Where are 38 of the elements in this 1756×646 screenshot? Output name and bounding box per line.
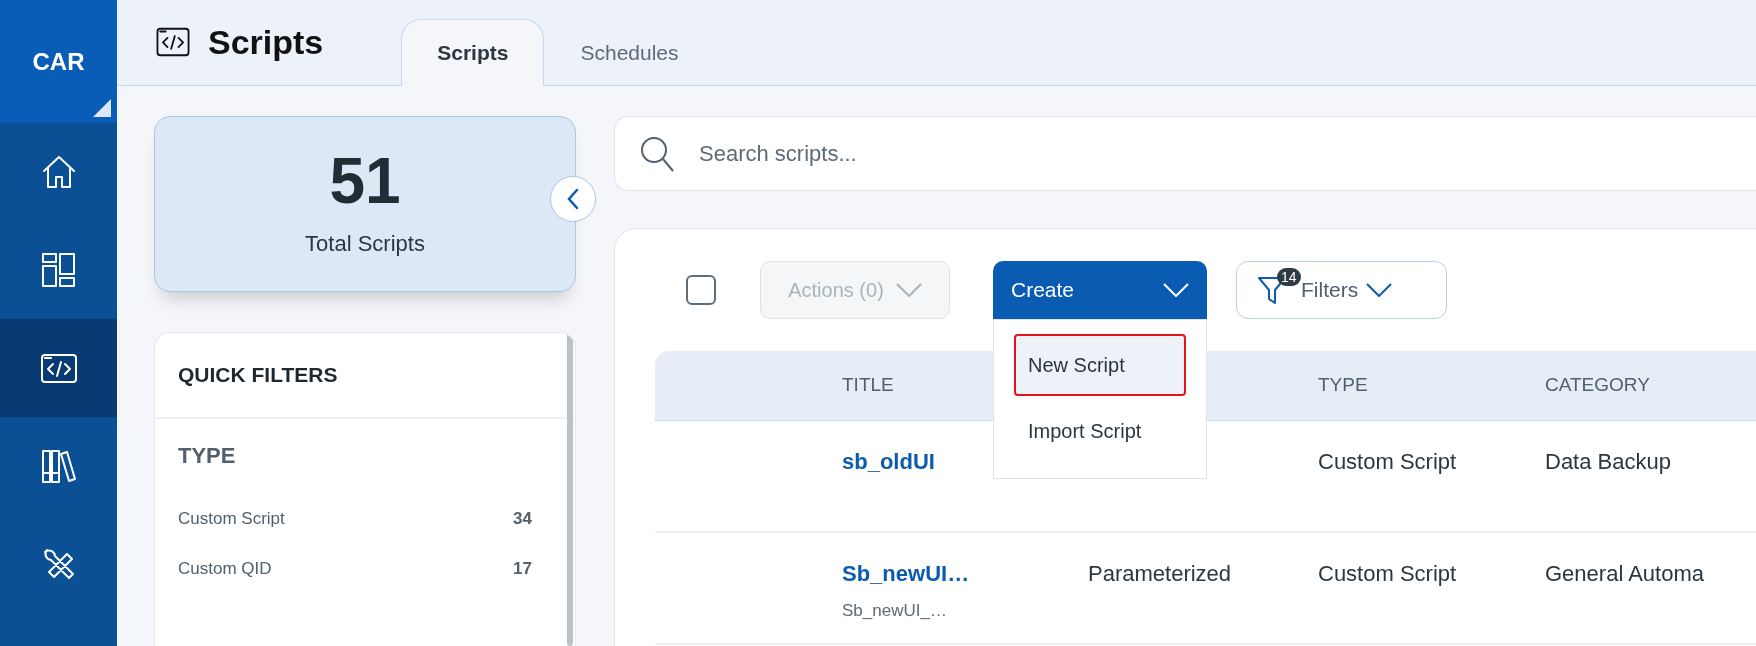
tab[interactable]: Schedules bbox=[544, 19, 715, 86]
filter-label: Custom QID bbox=[178, 557, 272, 580]
tab[interactable]: Scripts bbox=[401, 19, 545, 86]
column-header: CATEGORY bbox=[1545, 373, 1651, 398]
search-bar[interactable]: Search scripts... bbox=[614, 116, 1756, 191]
table-cell-text: Custom Script bbox=[1318, 560, 1458, 588]
table-cell-text: Data Backup bbox=[1545, 448, 1672, 476]
scrollbar[interactable] bbox=[567, 333, 573, 646]
chevron-down-icon bbox=[895, 283, 922, 297]
logo-text: CAR bbox=[32, 46, 85, 77]
nav-item[interactable] bbox=[0, 319, 117, 417]
filters-button[interactable]: 14 Filters bbox=[1236, 261, 1447, 319]
chevron-down-icon bbox=[1366, 283, 1393, 297]
create-button[interactable]: Create bbox=[993, 261, 1207, 319]
table-cell: Parameterized bbox=[1088, 561, 1232, 586]
filter-count: 17 bbox=[513, 557, 532, 580]
page-title: Scripts bbox=[208, 22, 324, 63]
summary-label: Total Scripts bbox=[305, 229, 425, 258]
chevron-left-icon bbox=[566, 188, 580, 210]
group-title: TYPE bbox=[178, 441, 237, 470]
column-header: TITLE bbox=[842, 373, 895, 398]
app-logo[interactable]: CAR bbox=[0, 0, 117, 123]
filter-item[interactable]: Custom QID 17 bbox=[178, 543, 552, 594]
filter-item[interactable]: Custom Script 34 bbox=[178, 493, 552, 544]
script-title-link[interactable]: Sb_newUI… bbox=[842, 557, 1088, 590]
menu-item[interactable]: New Script bbox=[1014, 334, 1186, 396]
select-all-checkbox[interactable] bbox=[686, 275, 716, 305]
script-count: 51 bbox=[329, 148, 401, 213]
chevron-down-icon bbox=[1163, 283, 1189, 297]
table-cell-text: Custom Script bbox=[1318, 448, 1458, 476]
search-icon bbox=[639, 134, 675, 173]
table-cell-text: General Automa bbox=[1545, 560, 1705, 588]
search-field[interactable]: Search scripts... bbox=[697, 136, 1756, 171]
filter-count-badge: 14 bbox=[1277, 268, 1301, 286]
column-header: TYPE bbox=[1318, 373, 1369, 398]
filter-count: 34 bbox=[513, 507, 532, 530]
script-subtitle: Sb_newUI_… bbox=[842, 600, 948, 622]
filter-label: Custom Script bbox=[178, 507, 285, 530]
